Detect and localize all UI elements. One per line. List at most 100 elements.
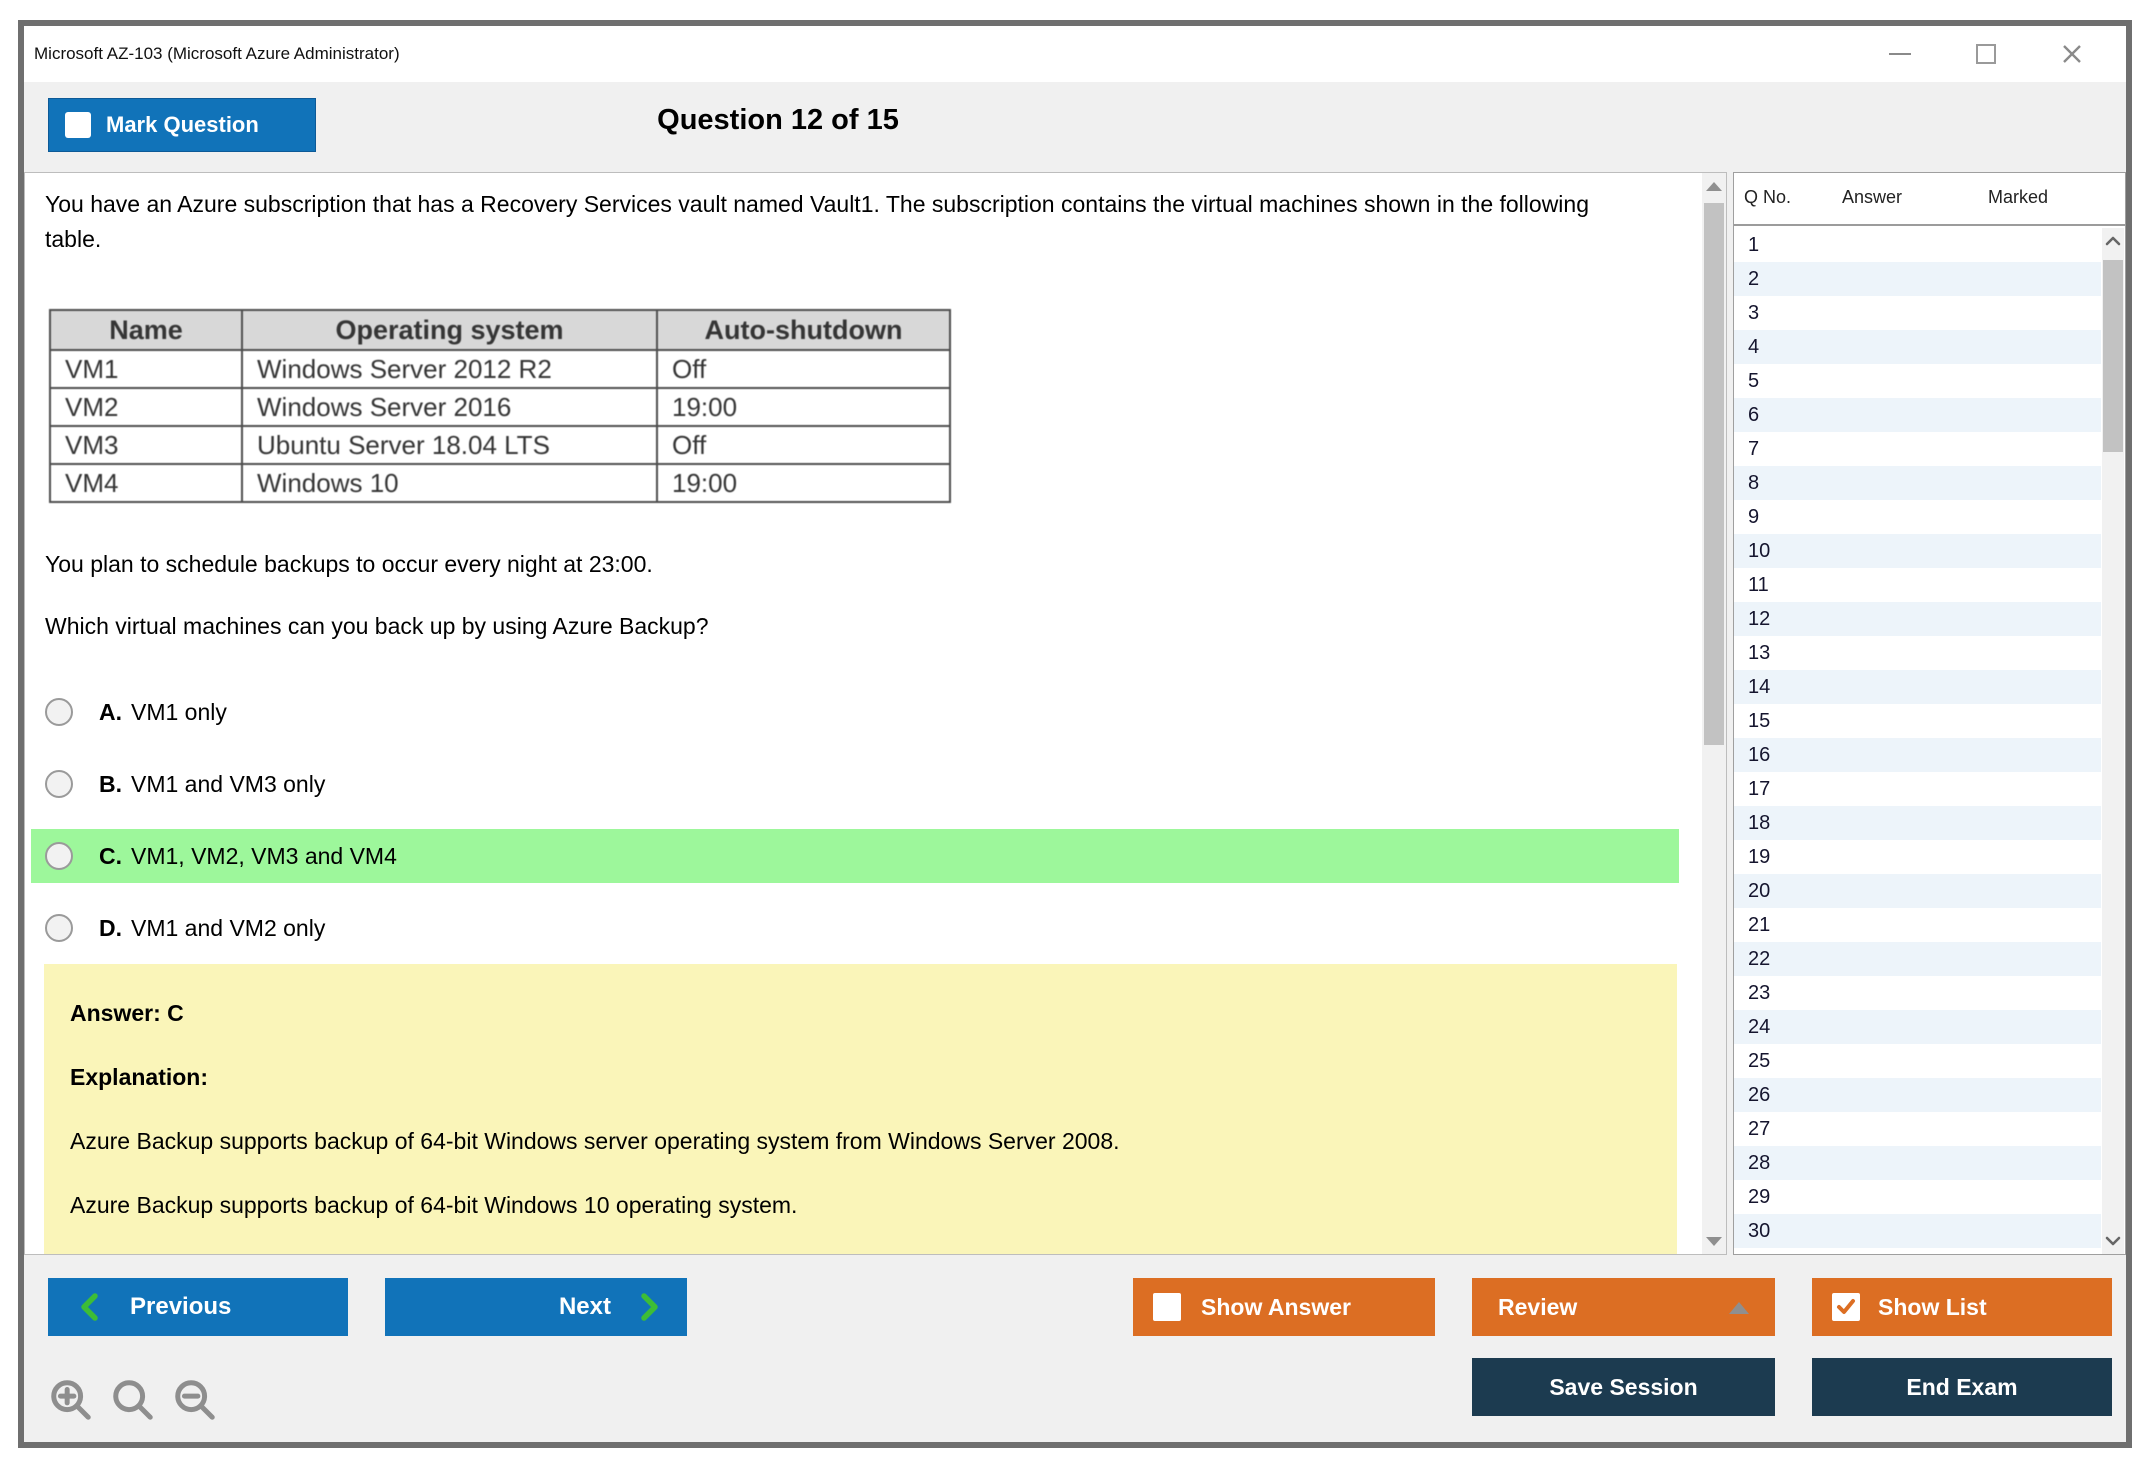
option-a[interactable]: A. VM1 only [31,685,1679,739]
minimize-icon [1889,53,1911,55]
question-list-row-25[interactable]: 25 [1734,1044,2101,1078]
question-list-row-11[interactable]: 11 [1734,568,2101,602]
question-list-row-1[interactable]: 1 [1734,228,2101,262]
question-list-row-4[interactable]: 4 [1734,330,2101,364]
radio-button-icon[interactable] [45,842,73,870]
question-list-row-28[interactable]: 28 [1734,1146,2101,1180]
question-list-row-2[interactable]: 2 [1734,262,2101,296]
zoom-controls [48,1377,218,1423]
question-list-row-7[interactable]: 7 [1734,432,2101,466]
show-answer-checkbox-icon [1153,1293,1181,1321]
question-scrollbar-thumb[interactable] [1704,203,1724,745]
maximize-button[interactable] [1972,40,2000,68]
previous-label: Previous [130,1293,231,1321]
question-list-row-30[interactable]: 30 [1734,1214,2101,1248]
radio-button-icon[interactable] [45,770,73,798]
triangle-up-icon [1729,1302,1749,1314]
radio-button-icon[interactable] [45,914,73,942]
question-intro-text: You have an Azure subscription that has … [45,187,1625,257]
close-button[interactable] [2058,40,2086,68]
mark-question-checkbox-icon [65,112,91,138]
question-counter: Question 12 of 15 [657,104,899,137]
radio-button-icon[interactable] [45,698,73,726]
save-session-button[interactable]: Save Session [1472,1358,1775,1416]
option-c[interactable]: C.VM1, VM2, VM3 and VM4 [31,829,1679,883]
question-list-row-17[interactable]: 17 [1734,772,2101,806]
vm-table-cell: VM2 [50,388,242,426]
list-scroll-down-button[interactable] [2102,1228,2124,1254]
show-list-button[interactable]: Show List [1812,1278,2112,1336]
next-button[interactable]: Next [385,1278,687,1336]
title-bar: Microsoft AZ-103 (Microsoft Azure Admini… [24,26,2126,82]
question-list-row-16[interactable]: 16 [1734,738,2101,772]
list-scrollbar-thumb[interactable] [2103,260,2123,452]
show-answer-label: Show Answer [1201,1294,1351,1321]
mark-question-button[interactable]: Mark Question [48,98,316,152]
previous-button[interactable]: Previous [48,1278,348,1336]
question-list-header: Q No. Answer Marked [1734,173,2125,226]
header-band: Mark Question Question 12 of 15 [24,82,2126,172]
question-schedule-text: You plan to schedule backups to occur ev… [45,551,653,578]
option-text: VM1 and VM3 only [131,771,325,798]
question-list-row-26[interactable]: 26 [1734,1078,2101,1112]
question-list-scrollbar[interactable] [2102,228,2124,1254]
option-letter: A. [99,699,122,726]
question-list-row-22[interactable]: 22 [1734,942,2101,976]
vm-table: NameOperating systemAuto-shutdownVM1Wind… [49,309,951,503]
question-list-row-20[interactable]: 20 [1734,874,2101,908]
explanation-label: Explanation: [70,1064,1651,1091]
window-controls [1886,26,2086,82]
vm-table-cell: Off [657,350,950,388]
question-list-row-15[interactable]: 15 [1734,704,2101,738]
list-scroll-up-button[interactable] [2102,228,2124,254]
zoom-reset-icon[interactable] [110,1377,156,1423]
end-exam-button[interactable]: End Exam [1812,1358,2112,1416]
show-list-label: Show List [1878,1294,1987,1321]
explanation-line: Azure Backup supports backup of 64-bit W… [70,1128,1651,1155]
option-d[interactable]: D.VM1 and VM2 only [31,901,1679,955]
question-list-row-6[interactable]: 6 [1734,398,2101,432]
scroll-down-button[interactable] [1702,1228,1726,1254]
question-list-row-5[interactable]: 5 [1734,364,2101,398]
vm-table-cell: Windows 10 [242,464,657,502]
question-list: 1234567891011121314151617181920212223242… [1734,228,2101,1254]
vm-table-row: VM3Ubuntu Server 18.04 LTSOff [50,426,950,464]
vm-table-cell: VM1 [50,350,242,388]
question-list-row-21[interactable]: 21 [1734,908,2101,942]
option-text: VM1, VM2, VM3 and VM4 [131,843,397,870]
vm-table-header: Name [50,310,242,350]
save-session-label: Save Session [1549,1374,1697,1401]
question-list-row-24[interactable]: 24 [1734,1010,2101,1044]
question-list-row-23[interactable]: 23 [1734,976,2101,1010]
question-list-row-3[interactable]: 3 [1734,296,2101,330]
question-list-row-10[interactable]: 10 [1734,534,2101,568]
question-list-row-27[interactable]: 27 [1734,1112,2101,1146]
scroll-up-button[interactable] [1702,173,1726,199]
option-b[interactable]: B.VM1 and VM3 only [31,757,1679,811]
app-window: Microsoft AZ-103 (Microsoft Azure Admini… [18,20,2132,1448]
triangle-down-icon [1706,1237,1722,1246]
chevron-down-icon [2105,1236,2121,1246]
question-list-row-13[interactable]: 13 [1734,636,2101,670]
question-list-row-18[interactable]: 18 [1734,806,2101,840]
vm-table-row: VM4Windows 1019:00 [50,464,950,502]
zoom-in-icon[interactable] [48,1377,94,1423]
vm-table-cell: Ubuntu Server 18.04 LTS [242,426,657,464]
question-list-row-12[interactable]: 12 [1734,602,2101,636]
review-button[interactable]: Review [1472,1278,1775,1336]
minimize-button[interactable] [1886,40,1914,68]
vm-table-cell: VM3 [50,426,242,464]
question-list-row-8[interactable]: 8 [1734,466,2101,500]
question-list-row-14[interactable]: 14 [1734,670,2101,704]
answer-line: Answer: C [70,1000,1651,1027]
vm-table-cell: 19:00 [657,388,950,426]
vm-table-row: VM1Windows Server 2012 R2Off [50,350,950,388]
vm-table-cell: Off [657,426,950,464]
question-scrollbar[interactable] [1702,173,1726,1254]
zoom-out-icon[interactable] [172,1377,218,1423]
question-list-row-19[interactable]: 19 [1734,840,2101,874]
show-answer-button[interactable]: Show Answer [1133,1278,1435,1336]
option-text: VM1 only [131,699,227,726]
question-list-row-29[interactable]: 29 [1734,1180,2101,1214]
question-list-row-9[interactable]: 9 [1734,500,2101,534]
